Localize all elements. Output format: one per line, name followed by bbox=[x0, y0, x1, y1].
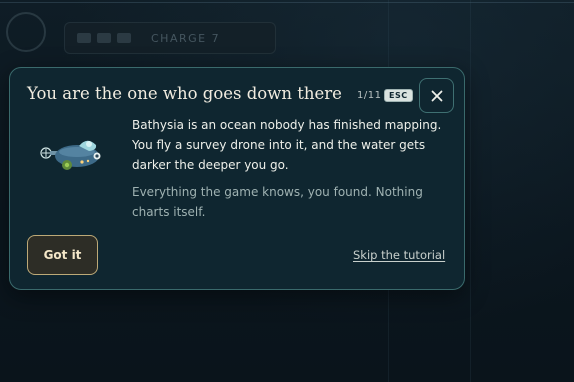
skip-tutorial-link[interactable]: Skip the tutorial bbox=[353, 248, 445, 262]
got-it-button[interactable]: Got it bbox=[27, 235, 98, 275]
survey-drone-icon bbox=[40, 140, 101, 170]
tutorial-dialog: You are the one who goes down there 1/11… bbox=[9, 67, 465, 290]
background-hud-block bbox=[97, 33, 111, 43]
tutorial-body-secondary: Everything the game knows, you found. No… bbox=[132, 185, 423, 219]
background-hud-bar: CHARGE 7 bbox=[64, 22, 276, 54]
background-hud-text: CHARGE 7 bbox=[151, 31, 221, 45]
step-indicator: 1/11 bbox=[357, 90, 382, 101]
esc-key-hint: ESC bbox=[384, 89, 413, 102]
background-hud-block bbox=[77, 33, 91, 43]
background-top-border bbox=[0, 2, 574, 3]
close-icon bbox=[431, 90, 442, 101]
tutorial-body-primary: Bathysia is an ocean nobody has finished… bbox=[132, 118, 442, 172]
background-menu-button bbox=[6, 12, 46, 52]
close-button[interactable] bbox=[419, 78, 454, 113]
background-hud-block bbox=[117, 33, 131, 43]
tutorial-title: You are the one who goes down there bbox=[27, 84, 342, 103]
background-divider bbox=[470, 0, 471, 382]
